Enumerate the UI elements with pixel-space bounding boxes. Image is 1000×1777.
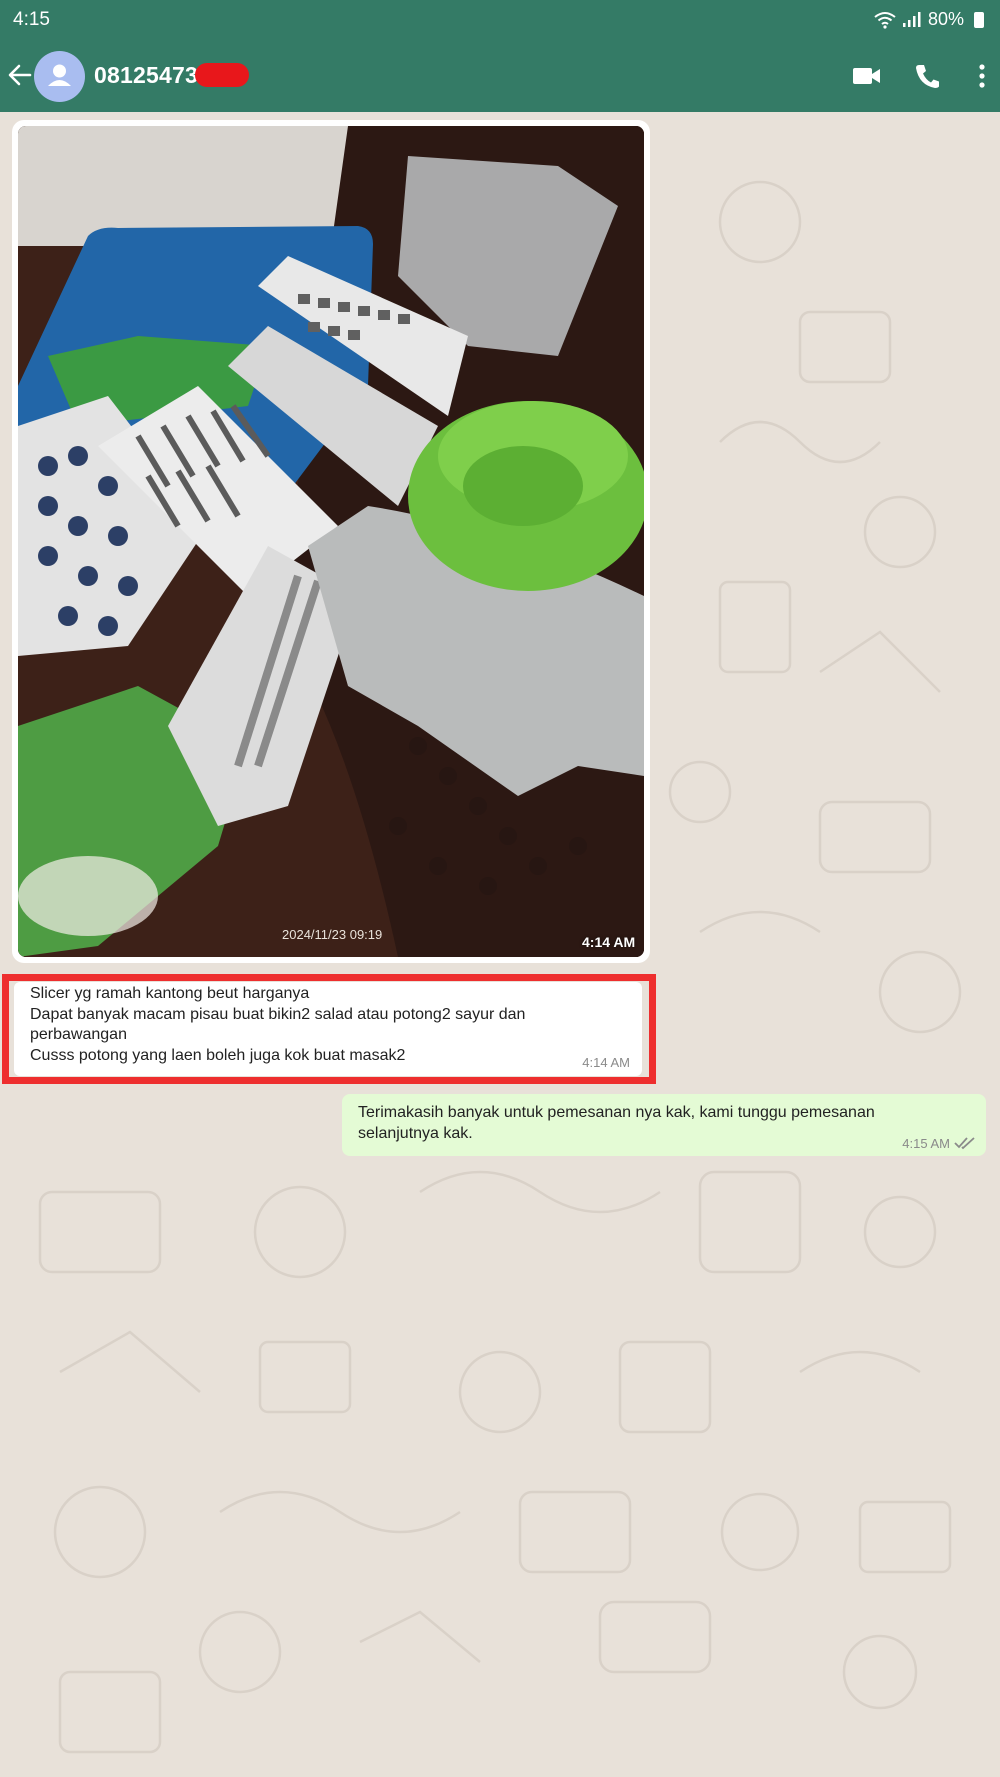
- image-message-bubble[interactable]: [12, 120, 650, 963]
- message-time: 4:14 AM: [582, 1055, 630, 1070]
- message-time: 4:15 AM: [902, 1136, 950, 1151]
- outgoing-message-bubble[interactable]: Terimakasih banyak untuk pemesanan nya k…: [342, 1094, 986, 1156]
- contact-name[interactable]: 081254730: [94, 62, 211, 89]
- message-line: Dapat banyak macam pisau buat bikin2 sal…: [30, 1005, 526, 1023]
- chat-header: 081254730: [0, 40, 1000, 112]
- message-line: Cusss potong yang laen boleh juga kok bu…: [30, 1046, 406, 1064]
- battery-icon: [974, 11, 984, 28]
- avatar-icon: [48, 64, 71, 86]
- wifi-icon: [874, 11, 896, 29]
- back-arrow-icon[interactable]: [6, 60, 34, 90]
- message-line: Terimakasih banyak untuk pemesanan nya k…: [358, 1104, 875, 1121]
- photo-datestamp: 2024/11/23 09:19: [282, 927, 383, 942]
- status-time: 4:15: [13, 9, 50, 30]
- message-line: perbawangan: [30, 1026, 127, 1043]
- message-line: Slicer yg ramah kantong beut harganya: [30, 985, 310, 1002]
- redaction-mark: [195, 63, 249, 87]
- photo-illustration: [18, 126, 644, 957]
- product-photo[interactable]: [18, 126, 644, 957]
- status-icons: 80%: [874, 9, 984, 30]
- avatar[interactable]: [34, 51, 85, 102]
- message-time: 4:14 AM: [582, 934, 636, 950]
- phone-icon[interactable]: [913, 61, 941, 91]
- message-line: selanjutnya kak.: [358, 1125, 473, 1142]
- battery-level: 80%: [927, 9, 964, 29]
- more-options-icon[interactable]: [972, 61, 992, 91]
- message-text: Slicer yg ramah kantong beut harganya Da…: [30, 984, 525, 1066]
- signal-icon: [902, 11, 921, 27]
- video-call-icon[interactable]: [852, 62, 882, 90]
- status-bar: 4:15 80%: [0, 0, 1000, 40]
- read-receipt-icon: [954, 1137, 975, 1150]
- incoming-message-bubble[interactable]: Slicer yg ramah kantong beut harganya Da…: [14, 982, 642, 1076]
- message-text: Terimakasih banyak untuk pemesanan nya k…: [358, 1102, 875, 1144]
